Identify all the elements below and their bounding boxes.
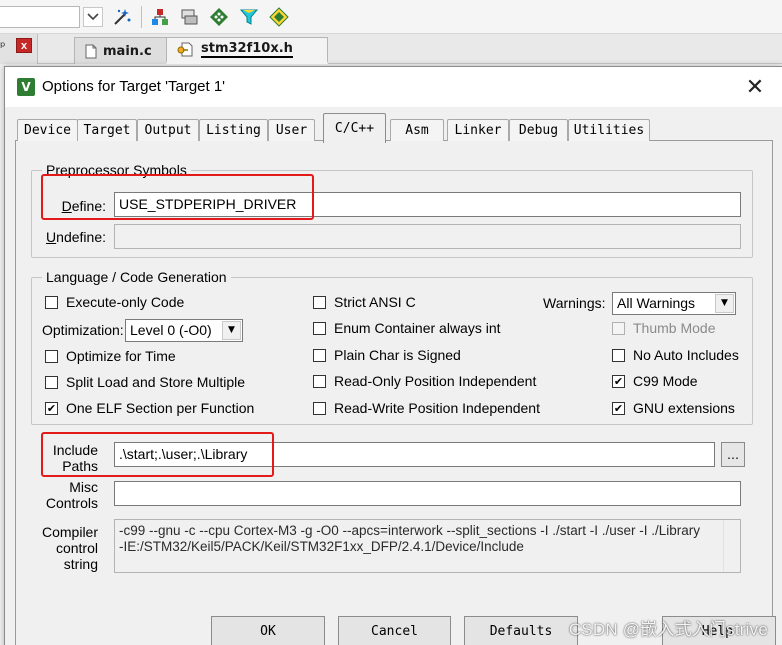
tab-linker[interactable]: Linker bbox=[447, 119, 509, 141]
checkbox-box bbox=[45, 349, 58, 363]
c99-mode-checkbox[interactable]: ✔ C99 Mode bbox=[612, 372, 698, 390]
green-diamond-icon[interactable] bbox=[208, 6, 230, 28]
close-icon[interactable]: ✕ bbox=[742, 74, 768, 100]
checkbox-box bbox=[313, 374, 326, 388]
ro-position-independent-checkbox[interactable]: Read-Only Position Independent bbox=[313, 372, 536, 390]
compiler-string-line: -c99 --gnu -c --cpu Cortex-M3 -g -O0 --a… bbox=[119, 523, 701, 538]
stack-icon[interactable] bbox=[178, 6, 200, 28]
keil-app-icon: V bbox=[17, 78, 35, 96]
strict-ansi-checkbox[interactable]: Strict ANSI C bbox=[313, 293, 416, 311]
ok-button[interactable]: OK bbox=[211, 616, 325, 645]
optimization-label: Optimization: bbox=[42, 322, 124, 338]
checkbox-box bbox=[313, 295, 326, 309]
execute-only-checkbox[interactable]: Execute-only Code bbox=[45, 293, 184, 311]
compiler-string-label-line1: Compiler bbox=[41, 524, 98, 540]
header-file-icon bbox=[177, 42, 193, 56]
gnu-extensions-checkbox[interactable]: ✔ GNU extensions bbox=[612, 399, 735, 417]
tab-utilities[interactable]: Utilities bbox=[568, 119, 650, 141]
codegen-group-title: Language / Code Generation bbox=[42, 269, 231, 285]
misc-controls-label-line1: Misc bbox=[69, 479, 98, 495]
tab-device[interactable]: Device bbox=[17, 119, 78, 141]
compiler-string-label-line2: control bbox=[55, 540, 98, 556]
checkbox-box bbox=[612, 321, 625, 335]
compiler-string-label-line3: string bbox=[63, 556, 98, 572]
browse-include-paths-button[interactable]: … bbox=[721, 442, 745, 467]
misc-controls-field[interactable] bbox=[114, 481, 741, 506]
tab-listing[interactable]: Listing bbox=[199, 119, 268, 141]
watermark: CSDN @嵌入式入门strive bbox=[568, 620, 768, 639]
compiler-string-line: -IE:/STM32/Keil5/PACK/Keil/STM32F1xx_DFP… bbox=[119, 539, 524, 554]
include-paths-label-line1: Include bbox=[52, 442, 98, 458]
checkbox-box bbox=[313, 321, 326, 335]
misc-controls-label-line2: Controls bbox=[45, 495, 98, 511]
tab-output[interactable]: Output bbox=[137, 119, 199, 141]
dialog-titlebar: V Options for Target 'Target 1' ✕ bbox=[5, 67, 782, 107]
chevron-down-icon[interactable]: ▼ bbox=[222, 321, 241, 340]
pack-installer-icon[interactable] bbox=[268, 6, 290, 28]
checkbox-box bbox=[313, 401, 326, 415]
warnings-select[interactable]: All Warnings ▼ bbox=[612, 292, 736, 315]
define-label: Define: bbox=[61, 198, 106, 214]
scrollbar[interactable] bbox=[723, 520, 740, 572]
enum-container-checkbox[interactable]: Enum Container always int bbox=[313, 319, 501, 337]
preprocessor-group-title: Preprocessor Symbols bbox=[42, 162, 191, 178]
tab-cc[interactable]: C/C++ bbox=[323, 113, 386, 143]
tab-target[interactable]: Target bbox=[77, 119, 137, 141]
compiler-control-string: -c99 --gnu -c --cpu Cortex-M3 -g -O0 --a… bbox=[114, 519, 741, 573]
funnel-icon[interactable] bbox=[238, 6, 260, 28]
checkmark-icon: ✔ bbox=[612, 374, 625, 388]
editor-tabstrip: main.c stm32f10x.h bbox=[38, 34, 782, 64]
chevron-down-icon[interactable]: ▼ bbox=[715, 294, 734, 313]
toolbar-separator bbox=[141, 6, 142, 28]
manage-components-icon[interactable] bbox=[149, 6, 171, 28]
undefine-field[interactable] bbox=[114, 224, 741, 249]
optimization-select[interactable]: Level 0 (-O0) ▼ bbox=[125, 319, 243, 342]
include-paths-field[interactable]: .\start;.\user;.\Library bbox=[114, 442, 715, 467]
tab-user[interactable]: User bbox=[268, 119, 315, 141]
optimize-time-checkbox[interactable]: Optimize for Time bbox=[45, 347, 176, 365]
file-icon bbox=[85, 44, 97, 58]
define-field[interactable]: USE_STDPERIPH_DRIVER bbox=[114, 192, 741, 217]
pin-icon[interactable]: ᵖ bbox=[0, 40, 6, 55]
thumb-mode-checkbox: Thumb Mode bbox=[612, 319, 715, 337]
checkbox-box bbox=[45, 375, 58, 389]
warnings-label: Warnings: bbox=[543, 295, 606, 311]
split-load-checkbox[interactable]: Split Load and Store Multiple bbox=[45, 373, 245, 391]
checkbox-box bbox=[612, 348, 625, 362]
checkbox-box bbox=[45, 295, 58, 309]
defaults-button[interactable]: Defaults bbox=[464, 616, 578, 645]
panel-close-icon[interactable]: x bbox=[16, 38, 32, 53]
one-elf-checkbox[interactable]: ✔ One ELF Section per Function bbox=[45, 399, 254, 417]
checkbox-box bbox=[313, 348, 326, 362]
dropdown-arrow-icon[interactable] bbox=[83, 7, 103, 27]
checkmark-icon: ✔ bbox=[612, 401, 625, 415]
tab-label: stm32f10x.h bbox=[201, 40, 293, 58]
checkmark-icon: ✔ bbox=[45, 401, 58, 415]
target-combo[interactable] bbox=[0, 6, 80, 28]
ide-toolbar bbox=[0, 0, 782, 34]
tab-label: main.c bbox=[103, 43, 152, 59]
tab-debug[interactable]: Debug bbox=[509, 119, 568, 141]
rw-position-independent-checkbox[interactable]: Read-Write Position Independent bbox=[313, 399, 540, 417]
cancel-button[interactable]: Cancel bbox=[338, 616, 451, 645]
magic-wand-icon[interactable] bbox=[111, 6, 133, 28]
plain-char-checkbox[interactable]: Plain Char is Signed bbox=[313, 346, 461, 364]
tab-stm32f10x-h[interactable]: stm32f10x.h bbox=[166, 37, 328, 64]
dialog-title: Options for Target 'Target 1' bbox=[42, 78, 226, 95]
tab-asm[interactable]: Asm bbox=[390, 119, 444, 141]
undefine-label: Undefine: bbox=[46, 229, 106, 245]
include-paths-label-line2: Paths bbox=[62, 458, 98, 474]
no-auto-includes-checkbox[interactable]: No Auto Includes bbox=[612, 346, 739, 364]
